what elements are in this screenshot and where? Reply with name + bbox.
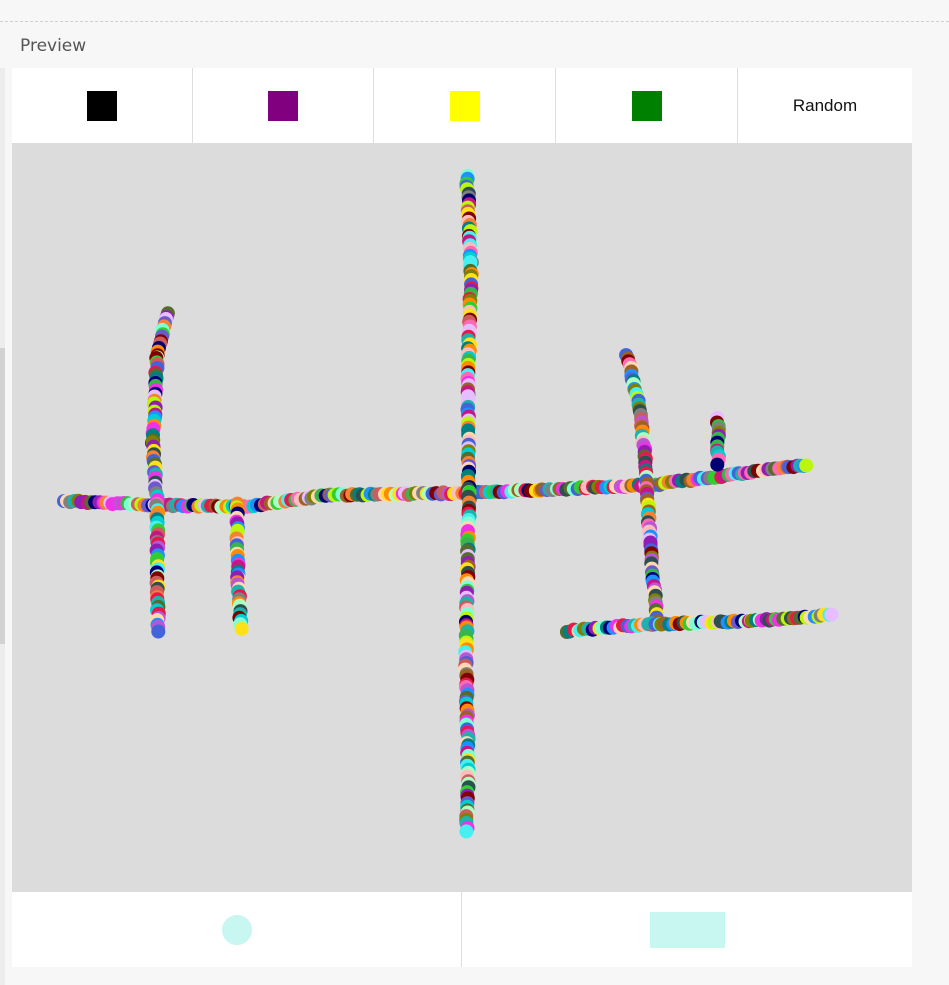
circle-shape-button[interactable] (12, 892, 462, 967)
color-button-yellow[interactable] (374, 68, 556, 143)
random-color-button[interactable]: Random (738, 68, 912, 143)
color-button-black[interactable] (12, 68, 193, 143)
left-scroll-track[interactable] (0, 348, 5, 644)
purple-swatch (268, 90, 298, 121)
top-dashed-divider (0, 21, 949, 22)
shape-toolbar (12, 892, 912, 967)
stroke-dot (710, 457, 725, 472)
circle-shape-icon (221, 914, 252, 945)
drawing-canvas[interactable] (12, 143, 912, 892)
stroke-dot (799, 458, 814, 473)
color-button-green[interactable] (556, 68, 738, 143)
color-button-purple[interactable] (193, 68, 374, 143)
rectangle-shape-button[interactable] (462, 892, 912, 967)
color-toolbar: Random (12, 68, 912, 143)
canvas-drawing (57, 168, 839, 839)
green-swatch (631, 90, 662, 121)
stroke-dot (824, 607, 839, 622)
preview-title: Preview (20, 36, 87, 56)
random-label: Random (792, 95, 858, 115)
yellow-swatch (449, 90, 480, 121)
stroke-dot (234, 621, 249, 636)
stroke-dot (151, 624, 166, 639)
black-swatch (87, 90, 117, 121)
rectangle-shape-icon (649, 911, 725, 948)
stroke-dot (459, 824, 474, 839)
